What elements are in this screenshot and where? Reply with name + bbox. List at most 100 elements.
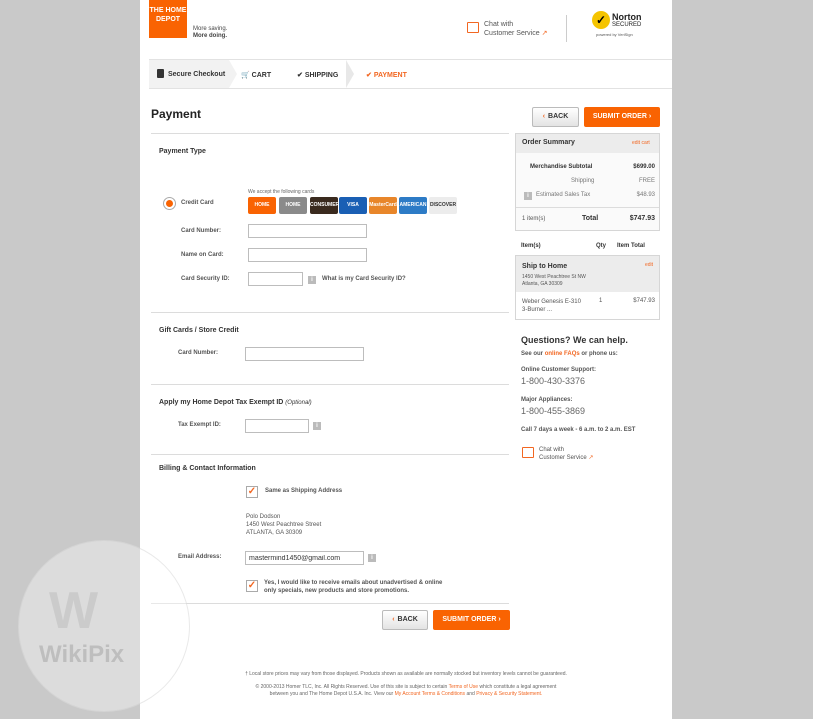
checkout-page: THE HOME DEPOT More saving. More doing. …	[140, 0, 672, 719]
item-qty: 1	[599, 298, 603, 304]
step-payment-label: PAYMENT	[373, 72, 407, 79]
item-total-header: Item Total	[617, 243, 645, 249]
items-count: 1 item(s)	[522, 216, 546, 222]
logo-text: THE HOME DEPOT	[149, 7, 187, 23]
step-payment: ✔ PAYMENT	[366, 71, 407, 79]
tax-exempt-title: Apply my Home Depot Tax Exempt ID	[159, 399, 284, 406]
gift-cards-heading: Gift Cards / Store Credit	[159, 327, 239, 334]
optin-line2: only specials, new products and store pr…	[264, 588, 410, 594]
tagline: More saving. More doing.	[193, 26, 227, 40]
name-on-card-input[interactable]	[248, 248, 367, 262]
card-number-label: Card Number:	[181, 228, 222, 234]
back-button-bottom[interactable]: ‹ BACK	[382, 610, 428, 630]
step-shipping[interactable]: ✔ SHIPPING	[297, 71, 338, 79]
major-appliances-label: Major Appliances:	[521, 397, 573, 403]
submit-order-button-top[interactable]: SUBMIT ORDER ›	[584, 107, 660, 127]
email-label: Email Address:	[178, 554, 222, 560]
back-button-top[interactable]: ‹ BACK	[532, 107, 579, 127]
faqs-link[interactable]: online FAQs	[545, 351, 580, 357]
tax-exempt-input[interactable]	[245, 419, 309, 433]
email-optin-checkbox[interactable]: ✓	[246, 580, 258, 592]
terms-of-use-link[interactable]: Terms of Use	[449, 684, 478, 690]
same-as-shipping-checkbox[interactable]: ✓	[246, 486, 258, 498]
online-support-label: Online Customer Support:	[521, 367, 596, 373]
and-text: and	[466, 691, 475, 697]
info-icon[interactable]: i	[524, 192, 532, 200]
header-chat-link[interactable]: Chat with Customer Service ↗	[484, 20, 547, 38]
arrow-icon: ↗	[541, 30, 548, 37]
billing-name: Polo Dodson	[246, 514, 281, 520]
info-icon[interactable]: i	[313, 422, 321, 430]
help-faq-line: See our online FAQs or phone us:	[521, 351, 618, 357]
radio-dot	[166, 200, 173, 207]
arrow-icon: ↗	[588, 455, 594, 461]
gift-card-number-input[interactable]	[245, 347, 364, 361]
gift-card-number-label: Card Number:	[178, 350, 219, 356]
chat-icon[interactable]	[522, 447, 534, 458]
step-shipping-label: SHIPPING	[304, 72, 339, 79]
name-on-card-label: Name on Card:	[181, 252, 224, 258]
security-id-input[interactable]	[248, 272, 303, 286]
email-input[interactable]	[245, 551, 364, 565]
account-terms-link[interactable]: My Account Terms & Conditions	[395, 691, 466, 697]
total-label: Total	[582, 215, 599, 222]
divider	[151, 133, 509, 134]
submit-label: SUBMIT ORDER	[592, 113, 647, 120]
info-icon[interactable]: i	[308, 276, 316, 284]
submit-order-button-bottom[interactable]: SUBMIT ORDER ›	[433, 610, 510, 630]
page-title: Payment	[151, 107, 202, 121]
tax-exempt-heading: Apply my Home Depot Tax Exempt ID (Optio…	[159, 399, 312, 406]
tax-label: Estimated Sales Tax	[536, 192, 591, 198]
payment-type-heading: Payment Type	[159, 148, 206, 155]
online-support-phone: 1-800-430-3376	[521, 376, 586, 386]
billing-street: 1450 West Peachtree Street	[246, 522, 322, 528]
edit-cart-link[interactable]: edit cart	[632, 140, 650, 146]
ship-to-home-box: Ship to Home edit 1450 West Peachtree St…	[515, 255, 660, 320]
copyright-text-a: © 2000-2013 Homer TLC, Inc. All Rights R…	[255, 684, 448, 690]
edit-shipping-link[interactable]: edit	[645, 262, 653, 268]
discover-logo: DISCOVER	[429, 197, 457, 214]
email-optin-label: Yes, I would like to receive emails abou…	[264, 579, 442, 595]
tax-exempt-optional: (Optional)	[285, 400, 312, 406]
ship-to-home-title: Ship to Home	[522, 263, 568, 270]
chat-icon[interactable]	[467, 22, 479, 33]
total-value: $747.93	[629, 215, 655, 222]
home-depot-logo[interactable]: THE HOME DEPOT	[149, 0, 187, 38]
header-divider	[566, 15, 567, 42]
ship-address-line1: 1450 West Peachtree St NW	[522, 274, 586, 280]
info-icon[interactable]: i	[368, 554, 376, 562]
norton-title: Norton	[612, 12, 642, 22]
lock-icon	[157, 69, 164, 78]
billing-address: Polo Dodson 1450 West Peachtree Street A…	[246, 513, 321, 537]
qty-header: Qty	[596, 243, 607, 249]
see-our-text: See our	[521, 351, 544, 357]
checkmark-icon: ✔	[366, 72, 372, 79]
privacy-link[interactable]: Privacy & Security Statement.	[476, 691, 542, 697]
back-label: BACK	[548, 113, 569, 120]
divider	[151, 603, 509, 604]
divider	[151, 454, 509, 455]
subtotal-value: $699.00	[633, 164, 655, 170]
billing-heading: Billing & Contact Information	[159, 465, 256, 472]
card-number-input[interactable]	[248, 224, 367, 238]
tagline-line2: More doing.	[193, 33, 227, 39]
same-as-shipping-label: Same as Shipping Address	[265, 488, 343, 494]
back-label: BACK	[397, 616, 418, 623]
chevron-left-icon: ‹	[542, 113, 546, 120]
step-cart[interactable]: 🛒 CART	[241, 71, 271, 79]
accepted-cards-text: We accept the following cards	[248, 189, 315, 195]
divider	[516, 207, 659, 208]
sidebar-chat-link[interactable]: Chat with Customer Service ↗	[539, 446, 593, 462]
submit-label: SUBMIT ORDER	[442, 616, 497, 623]
divider	[151, 312, 509, 313]
or-phone-text: or phone us:	[581, 351, 618, 357]
item-total: $747.93	[633, 298, 655, 304]
credit-card-radio[interactable]	[163, 197, 176, 210]
sidebar-chat-line2: Customer Service	[539, 455, 587, 461]
ship-to-home-header: Ship to Home edit 1450 West Peachtree St…	[516, 256, 659, 292]
cart-icon: 🛒	[241, 72, 250, 79]
items-header: Item(s)	[521, 243, 541, 249]
norton-seal[interactable]: ✓ Norton SECURED powered by VeriSign	[592, 9, 650, 39]
step-arrow	[229, 60, 237, 88]
security-id-help-link[interactable]: What is my Card Security ID?	[322, 276, 406, 282]
